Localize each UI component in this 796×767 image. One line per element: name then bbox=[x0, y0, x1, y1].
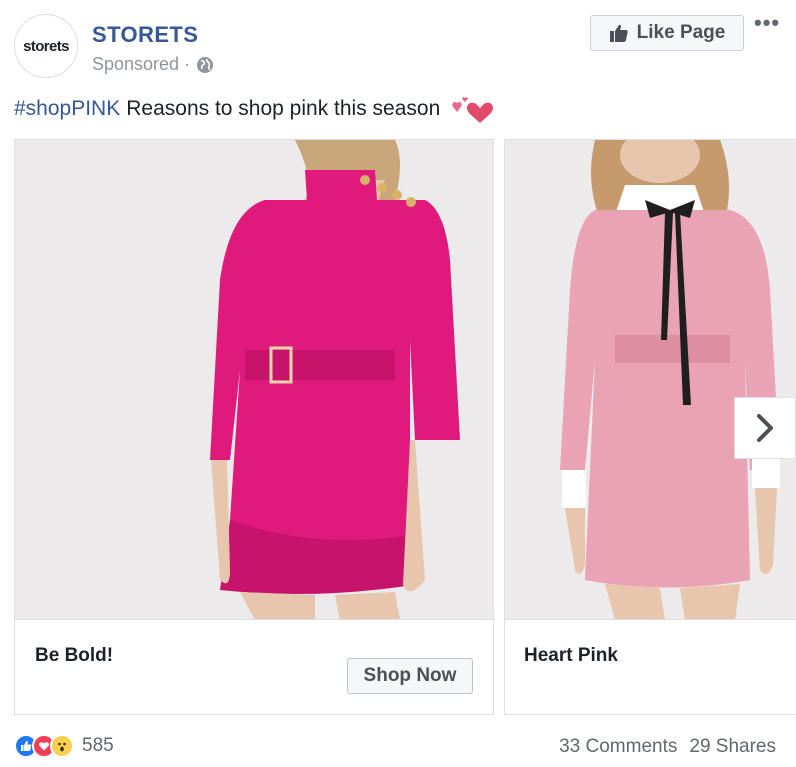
reactions-summary[interactable]: 585 bbox=[14, 734, 114, 758]
carousel-card-1[interactable]: Be Bold! Shop Now bbox=[14, 139, 494, 715]
card-title[interactable]: Heart Pink bbox=[524, 645, 618, 667]
hearts-emoji-icon bbox=[448, 94, 504, 124]
comments-link[interactable]: 33 Comments bbox=[559, 736, 677, 758]
card-title[interactable]: Be Bold! bbox=[35, 645, 113, 667]
page-name-link[interactable]: STORETS bbox=[92, 22, 198, 48]
like-page-label: Like Page bbox=[636, 22, 726, 43]
like-page-button[interactable]: Like Page bbox=[590, 15, 744, 51]
post-caption: #shopPINK Reasons to shop pink this seas… bbox=[14, 94, 504, 124]
product-image-tweed-dress[interactable] bbox=[505, 140, 796, 620]
shares-link[interactable]: 29 Shares bbox=[689, 736, 776, 758]
wow-icon bbox=[50, 734, 74, 758]
more-options-icon[interactable]: ••• bbox=[754, 10, 780, 36]
page-avatar[interactable]: storets bbox=[14, 14, 78, 78]
globe-icon bbox=[197, 56, 214, 73]
shop-now-button[interactable]: Shop Now bbox=[347, 658, 473, 694]
sponsored-line: Sponsored · bbox=[92, 54, 214, 75]
chevron-right-icon bbox=[757, 414, 773, 442]
caption-text: Reasons to shop pink this season bbox=[126, 97, 441, 120]
hashtag-link[interactable]: #shopPINK bbox=[14, 97, 120, 121]
carousel-next-button[interactable] bbox=[734, 397, 796, 459]
reaction-count: 585 bbox=[82, 735, 114, 756]
product-image-pink-dress[interactable] bbox=[15, 140, 493, 620]
page-logo-text: storets bbox=[23, 37, 69, 55]
thumbs-up-icon bbox=[609, 24, 628, 42]
post-stats: 33 Comments 29 Shares bbox=[559, 736, 776, 758]
sponsored-label[interactable]: Sponsored · bbox=[92, 54, 190, 75]
